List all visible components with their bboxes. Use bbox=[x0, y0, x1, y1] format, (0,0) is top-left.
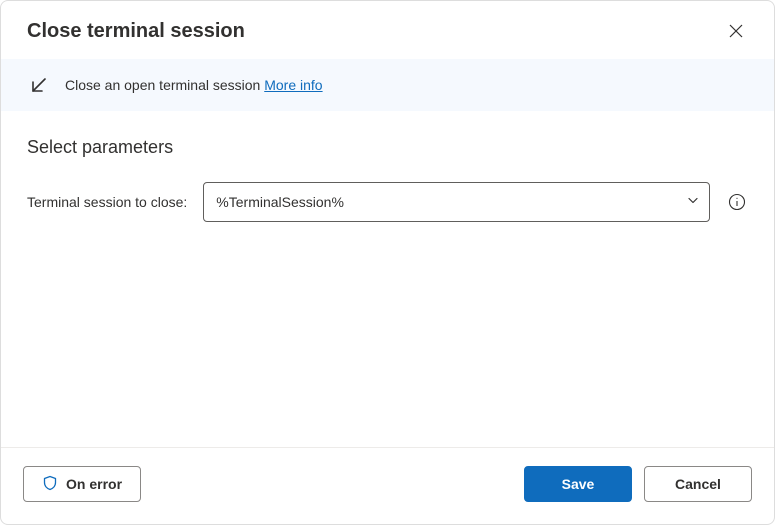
on-error-button[interactable]: On error bbox=[23, 466, 141, 502]
on-error-label: On error bbox=[66, 476, 122, 492]
cancel-button[interactable]: Cancel bbox=[644, 466, 752, 502]
param-row: Terminal session to close: %TerminalSess… bbox=[27, 182, 748, 222]
close-button[interactable] bbox=[724, 19, 748, 43]
info-button[interactable] bbox=[726, 191, 748, 213]
terminal-session-select-box[interactable]: %TerminalSession% bbox=[203, 182, 710, 222]
banner-description: Close an open terminal session bbox=[65, 77, 260, 93]
dialog-title: Close terminal session bbox=[27, 20, 245, 43]
banner-text: Close an open terminal session More info bbox=[65, 77, 323, 93]
dialog-footer: On error Save Cancel bbox=[1, 447, 774, 524]
save-label: Save bbox=[562, 476, 595, 492]
dialog: Close terminal session Close an open ter… bbox=[0, 0, 775, 525]
section-title: Select parameters bbox=[27, 137, 748, 158]
more-info-link[interactable]: More info bbox=[264, 77, 322, 93]
action-icon bbox=[27, 73, 51, 97]
shield-icon bbox=[42, 475, 58, 494]
terminal-session-label: Terminal session to close: bbox=[27, 194, 187, 210]
info-banner: Close an open terminal session More info bbox=[1, 59, 774, 111]
dialog-content: Select parameters Terminal session to cl… bbox=[1, 111, 774, 447]
close-icon bbox=[728, 23, 744, 39]
cancel-label: Cancel bbox=[675, 476, 721, 492]
info-icon bbox=[728, 193, 746, 211]
terminal-session-value: %TerminalSession% bbox=[216, 194, 344, 210]
dialog-header: Close terminal session bbox=[1, 1, 774, 59]
footer-actions: Save Cancel bbox=[524, 466, 752, 502]
save-button[interactable]: Save bbox=[524, 466, 632, 502]
terminal-session-select[interactable]: %TerminalSession% bbox=[203, 182, 710, 222]
